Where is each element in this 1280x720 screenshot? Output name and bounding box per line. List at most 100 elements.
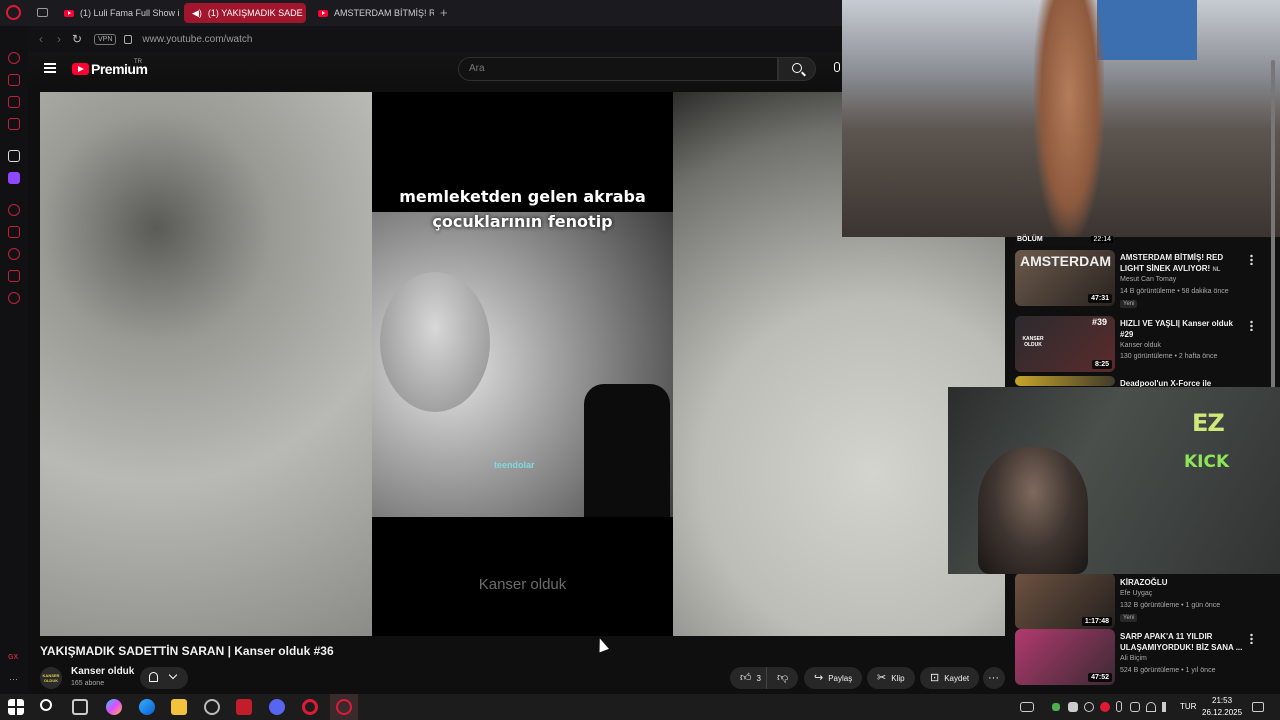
clip-button[interactable]: ✂ Klip [867, 667, 915, 689]
suggestion-title[interactable]: AMSTERDAM BİTMİŞ! RED LIGHT SİNEK AVLIYO… [1120, 252, 1245, 276]
discord-icon[interactable] [269, 699, 285, 715]
new-tab-icon[interactable]: + [440, 5, 448, 20]
search-button[interactable] [778, 57, 816, 81]
microphone-icon[interactable] [834, 62, 840, 72]
back-icon[interactable]: ‹ [32, 32, 50, 46]
notification-icon[interactable] [1252, 702, 1264, 712]
pip-runway-video[interactable] [842, 0, 1280, 237]
suggestion-item[interactable]: #39 KANSER OLDUK 8:25 HIZLI VE YAŞLI| Ka… [1015, 316, 1265, 376]
share-button[interactable]: ↪ Paylaş [804, 667, 863, 689]
network-icon[interactable] [1146, 702, 1156, 712]
video-duration: 47:52 [1088, 673, 1112, 682]
suggestion-channel[interactable]: Kanser olduk [1120, 342, 1161, 349]
voice-recorder-icon[interactable] [236, 699, 252, 715]
microphone-tray-icon[interactable] [1116, 701, 1122, 712]
channel-avatar[interactable]: KANSER OLDUK [40, 667, 62, 689]
history-icon[interactable] [8, 248, 20, 260]
tray-icon[interactable] [1084, 702, 1094, 712]
reload-icon[interactable]: ↻ [68, 32, 86, 46]
scissors-icon: ✂ [877, 671, 887, 684]
forward-icon[interactable]: › [50, 32, 68, 46]
bag-icon[interactable] [8, 74, 20, 86]
more-vert-icon[interactable] [1250, 320, 1253, 331]
gx-icon[interactable]: GX [8, 654, 18, 661]
task-view-icon[interactable] [72, 699, 88, 715]
opera-icon[interactable] [302, 699, 318, 715]
video-thumbnail[interactable]: 1:17:48 [1015, 573, 1115, 629]
more-actions-button[interactable]: ··· [983, 667, 1005, 689]
tab-amsterdam[interactable]: AMSTERDAM BİTMİŞ! RE [310, 3, 434, 23]
speaker-icon: ◀) [192, 7, 202, 18]
tab-luli-fama[interactable]: (1) Luli Fama Full Show in [56, 3, 180, 23]
suggestion-title[interactable]: HIZLI VE YAŞLI| Kanser olduk #29 [1120, 318, 1245, 340]
suggestion-item[interactable]: AMSTERDAM 47:31 AMSTERDAM BİTMİŞ! RED LI… [1015, 250, 1265, 310]
scrollbar[interactable] [1269, 40, 1277, 694]
url-field[interactable]: www.youtube.com/watch [142, 34, 252, 45]
clock-date[interactable]: 26.12.2025 [1202, 708, 1242, 717]
more-vert-icon[interactable] [1250, 254, 1253, 265]
tray-app-icon[interactable] [1052, 703, 1060, 711]
video-thumbnail[interactable]: 47:52 [1015, 629, 1115, 685]
more-icon[interactable]: ··· [9, 674, 18, 684]
video-duration: 47:31 [1088, 294, 1112, 303]
suggestion-channel[interactable]: Ali Biçim [1120, 655, 1147, 662]
keyboard-icon[interactable] [1020, 702, 1034, 712]
search-icon[interactable] [40, 699, 52, 711]
like-button[interactable]: 👍︎ 3 [730, 667, 766, 689]
send-icon[interactable] [8, 270, 20, 282]
tab-yakismadik[interactable]: ◀) (1) YAKIŞMADIK SADE [184, 3, 306, 23]
clock-time[interactable]: 21:53 [1212, 696, 1232, 705]
aria-icon[interactable] [8, 52, 20, 64]
thumbnail-text: AMSTERDAM [1020, 253, 1111, 269]
twitch-icon[interactable] [8, 172, 20, 184]
play-icon[interactable] [8, 204, 20, 216]
scrollbar-thumb[interactable] [1271, 60, 1275, 390]
video-thumbnail[interactable]: AMSTERDAM 47:31 [1015, 250, 1115, 306]
file-explorer-icon[interactable] [171, 699, 187, 715]
clock-app-icon[interactable] [204, 699, 220, 715]
runway-model [1034, 0, 1104, 237]
save-button[interactable]: ⊡ Kaydet [920, 667, 980, 689]
opera-tray-icon[interactable] [1100, 702, 1110, 712]
youtube-logo-icon[interactable] [72, 63, 89, 75]
tab-label: AMSTERDAM BİTMİŞ! RE [334, 8, 434, 18]
discord-tray-icon[interactable] [1068, 702, 1078, 712]
music-icon[interactable] [8, 118, 20, 130]
suggestion-channel[interactable]: Mesut Can Tomay [1120, 276, 1176, 283]
vpn-badge[interactable]: VPN [94, 33, 117, 45]
display-tray-icon[interactable] [1130, 702, 1140, 712]
lock-icon[interactable] [124, 34, 133, 44]
video-thumbnail[interactable] [1015, 376, 1115, 386]
notification-button[interactable] [140, 667, 188, 689]
channel-name[interactable]: Kanser olduk [71, 666, 134, 677]
settings-icon[interactable] [8, 292, 20, 304]
pip-webcam-video[interactable]: EZ KICK [948, 387, 1280, 574]
opera-gx-active-icon[interactable] [330, 694, 358, 720]
subscriber-count: 165 abone [71, 680, 105, 687]
partial-suggestion[interactable]: BÖLÜM 22:14 [1015, 236, 1115, 245]
app-icon[interactable] [8, 150, 20, 162]
language-indicator[interactable]: TUR [1180, 702, 1196, 711]
suggestion-title[interactable]: SARP APAK'A 11 YILDIR ULAŞAMIYORDUK! BİZ… [1120, 631, 1245, 653]
opera-logo-icon[interactable] [6, 5, 21, 20]
copilot-icon[interactable] [106, 699, 122, 715]
more-vert-icon[interactable] [1250, 633, 1253, 644]
edge-icon[interactable] [139, 699, 155, 715]
suggestion-channel[interactable]: Efe Uygaç [1120, 590, 1152, 597]
tab-grid-icon[interactable] [37, 8, 48, 17]
suggestion-item[interactable]: 47:52 SARP APAK'A 11 YILDIR ULAŞAMIYORDU… [1015, 629, 1265, 689]
dislike-button[interactable]: 👎︎ [766, 667, 798, 689]
search-input[interactable]: Ara [458, 57, 778, 81]
thumbnail-logo: KANSER OLDUK [1022, 336, 1044, 348]
new-badge: Yeni [1120, 614, 1138, 622]
suggestion-item[interactable]: 1:17:48 KİRAZOĞLU Efe Uygaç 132 B görünt… [1015, 573, 1265, 634]
suggestion-title[interactable]: KİRAZOĞLU [1120, 577, 1245, 588]
bookmark-icon[interactable] [8, 226, 20, 238]
start-icon[interactable] [8, 699, 24, 715]
bookmark-icon: ⊡ [930, 671, 940, 684]
video-thumbnail[interactable]: #39 KANSER OLDUK 8:25 [1015, 316, 1115, 372]
volume-icon[interactable] [1162, 702, 1172, 712]
video-blur-left [40, 92, 372, 636]
messenger-icon[interactable] [8, 96, 20, 108]
menu-icon[interactable] [44, 63, 56, 73]
